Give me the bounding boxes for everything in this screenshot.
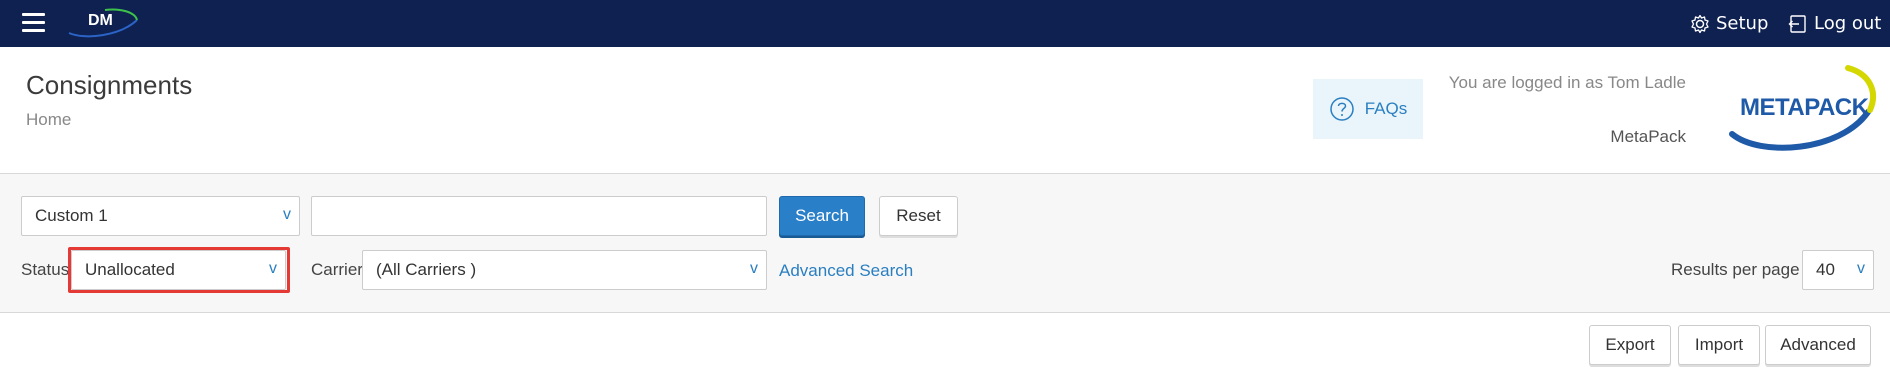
faqs-button[interactable]: FAQs bbox=[1313, 79, 1423, 139]
company-name: MetaPack bbox=[1610, 127, 1686, 146]
advanced-search-link[interactable]: Advanced Search bbox=[779, 261, 913, 281]
page-title: Consignments bbox=[26, 70, 193, 100]
setup-label: Setup bbox=[1716, 13, 1769, 34]
results-per-page-value: 40 bbox=[1816, 260, 1835, 279]
chevron-down-icon: v bbox=[1857, 260, 1865, 277]
results-per-page-label: Results per page bbox=[1671, 260, 1800, 279]
metapack-logo-text: METAPACK bbox=[1740, 94, 1869, 121]
faqs-label: FAQs bbox=[1364, 99, 1408, 118]
results-per-page-select[interactable]: 40 v bbox=[1802, 250, 1874, 290]
carrier-select[interactable]: (All Carriers ) v bbox=[362, 250, 767, 290]
search-panel: Custom 1 v Search Reset Status Unallocat… bbox=[0, 174, 1890, 313]
breadcrumb-home[interactable]: Home bbox=[26, 110, 71, 130]
reset-button[interactable]: Reset bbox=[879, 196, 958, 236]
status-label: Status bbox=[21, 260, 70, 279]
dm-logo-text: DM bbox=[88, 12, 113, 29]
logout-icon bbox=[1788, 14, 1806, 33]
status-value: Unallocated bbox=[85, 260, 175, 279]
metapack-logo: METAPACK bbox=[1720, 62, 1880, 154]
search-field-value: Custom 1 bbox=[35, 206, 108, 225]
gear-icon bbox=[1691, 14, 1709, 33]
import-button[interactable]: Import bbox=[1678, 325, 1760, 365]
setup-link[interactable]: Setup bbox=[1690, 0, 1768, 47]
chevron-down-icon: v bbox=[750, 260, 758, 277]
carrier-label: Carrier bbox=[311, 260, 363, 279]
export-button[interactable]: Export bbox=[1589, 325, 1671, 365]
search-field-select[interactable]: Custom 1 v bbox=[21, 196, 300, 236]
status-select[interactable]: Unallocated v bbox=[71, 250, 286, 290]
search-input[interactable] bbox=[311, 196, 767, 236]
help-icon bbox=[1329, 97, 1354, 121]
hamburger-menu-icon[interactable] bbox=[22, 12, 45, 32]
dm-logo[interactable]: DM bbox=[65, 6, 140, 38]
chevron-down-icon: v bbox=[269, 260, 277, 277]
logged-in-text: You are logged in as Tom Ladle bbox=[1448, 73, 1686, 92]
top-navigation-bar: DM Setup Log out bbox=[0, 0, 1890, 47]
search-button[interactable]: Search bbox=[779, 196, 865, 236]
chevron-down-icon: v bbox=[283, 206, 291, 223]
carrier-value: (All Carriers ) bbox=[376, 260, 477, 279]
logout-link[interactable]: Log out bbox=[1788, 0, 1881, 47]
advanced-button[interactable]: Advanced bbox=[1765, 325, 1871, 365]
logout-label: Log out bbox=[1814, 13, 1882, 34]
